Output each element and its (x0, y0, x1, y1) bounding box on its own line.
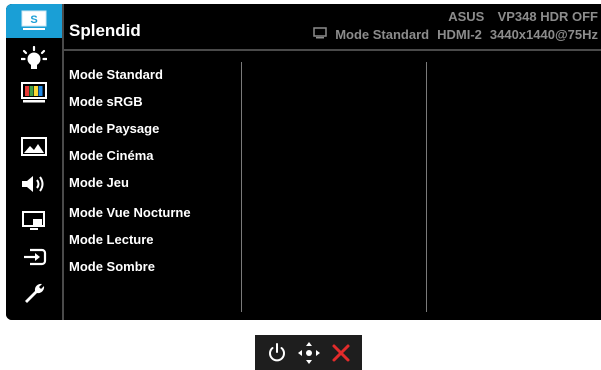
system-setup-icon (22, 282, 46, 306)
mode-item-cinema[interactable]: Mode Cinéma (69, 148, 154, 163)
input-label: HDMI-2 (437, 27, 482, 42)
sidebar-item-input-select[interactable] (6, 240, 62, 274)
mode-item-jeu[interactable]: Mode Jeu (69, 175, 129, 190)
sidebar-item-system-setup[interactable] (6, 277, 62, 311)
mode-item-vue-nocturne[interactable]: Mode Vue Nocturne (69, 205, 191, 220)
column-divider-1 (241, 62, 242, 312)
mode-item-sombre[interactable]: Mode Sombre (69, 259, 155, 274)
input-select-icon (21, 246, 47, 268)
monitor-info: ASUS VP348 HDR OFF (448, 9, 598, 24)
pip-pbp-icon (21, 210, 47, 232)
page-title: Splendid (69, 21, 141, 40)
resolution-label: 3440x1440@75Hz (489, 27, 598, 42)
status-line: Mode Standard HDMI-2 3440x1440@75Hz (313, 27, 598, 42)
control-hint-bar (255, 335, 362, 370)
model-label: VP348 HDR OFF (497, 9, 598, 24)
current-mode-label: Mode Standard (335, 27, 430, 42)
monitor-icon (313, 27, 327, 42)
sidebar-item-pip-pbp[interactable] (6, 204, 62, 238)
mode-item-lecture[interactable]: Mode Lecture (69, 232, 154, 247)
color-icon (21, 82, 47, 104)
sidebar: S (6, 4, 62, 320)
close-icon[interactable] (331, 343, 351, 363)
blue-light-filter-icon (21, 46, 47, 72)
power-icon[interactable] (266, 342, 288, 364)
five-way-joystick-icon[interactable] (297, 341, 321, 365)
sidebar-divider (62, 4, 64, 320)
sidebar-item-blue-light[interactable] (6, 42, 62, 76)
header-divider (64, 49, 601, 51)
mode-item-standard[interactable]: Mode Standard (69, 67, 163, 82)
sidebar-item-sound[interactable] (6, 167, 62, 201)
sidebar-item-color[interactable] (6, 76, 62, 110)
sound-icon (20, 173, 48, 195)
osd-menu: S Splendid ASUS VP348 HDR OFF Mode Stand… (6, 4, 601, 320)
mode-item-srgb[interactable]: Mode sRGB (69, 94, 143, 109)
mode-item-paysage[interactable]: Mode Paysage (69, 121, 159, 136)
brand-label: ASUS (448, 9, 485, 24)
svg-text:S: S (30, 14, 37, 26)
image-icon (21, 136, 47, 158)
splendid-icon: S (21, 10, 47, 32)
column-divider-2 (426, 62, 427, 312)
sidebar-item-image[interactable] (6, 130, 62, 164)
sidebar-item-splendid[interactable]: S (6, 4, 62, 38)
